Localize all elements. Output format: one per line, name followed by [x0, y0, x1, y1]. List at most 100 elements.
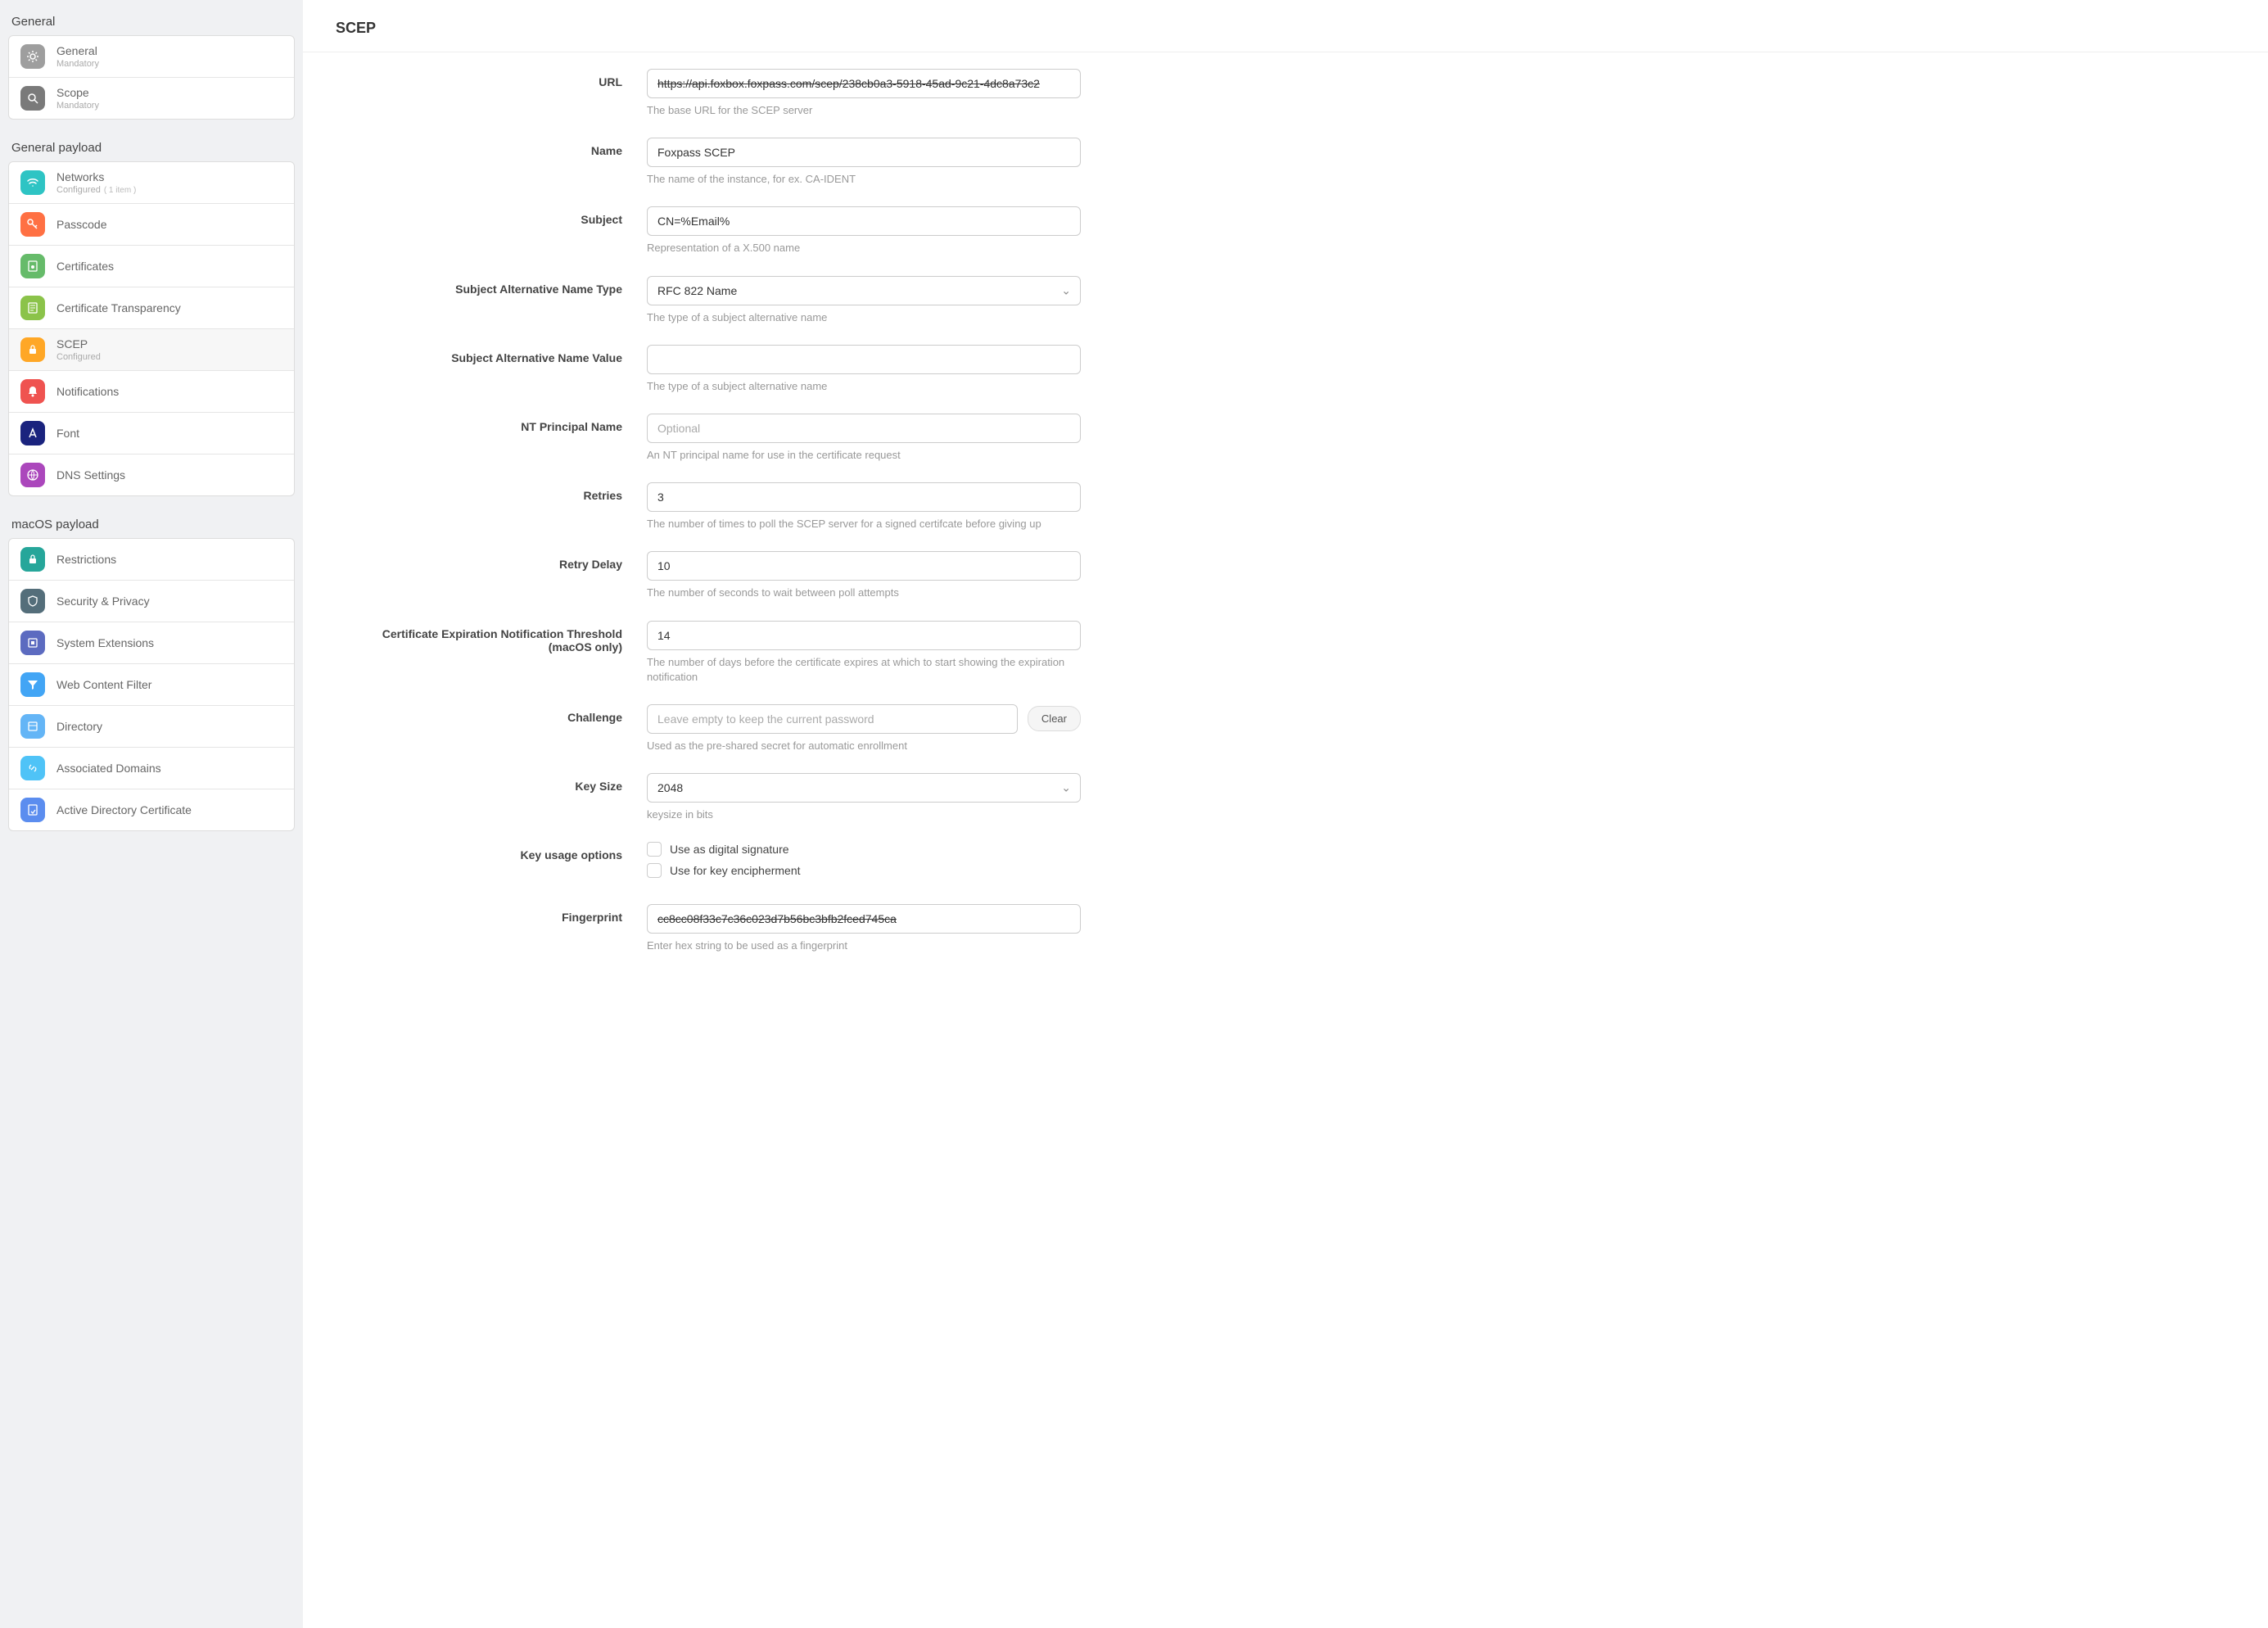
fingerprint-help: Enter hex string to be used as a fingerp…: [647, 938, 1081, 953]
sidebar-item-label: Passcode: [56, 218, 106, 231]
page-title: SCEP: [303, 0, 2268, 52]
globe-icon: [20, 463, 45, 487]
sidebar-item-label: Certificates: [56, 260, 114, 273]
san-type-help: The type of a subject alternative name: [647, 310, 1081, 325]
retry-delay-label: Retry Delay: [336, 551, 647, 571]
sidebar: GeneralGeneralMandatoryScopeMandatory Gen…: [0, 0, 303, 1628]
key-size-help: keysize in bits: [647, 807, 1081, 822]
nt-principal-label: NT Principal Name: [336, 414, 647, 433]
sidebar-item-networks[interactable]: Networks Configured( 1 item ): [9, 162, 294, 204]
retry-delay-input[interactable]: [647, 551, 1081, 581]
sidebar-item-restrictions[interactable]: Restrictions: [9, 539, 294, 581]
san-value-input[interactable]: [647, 345, 1081, 374]
sidebar-item-font[interactable]: Font: [9, 413, 294, 454]
main-content: SCEP URL The base URL for the SCEP serve…: [303, 0, 2268, 1628]
subject-input[interactable]: [647, 206, 1081, 236]
sidebar-item-label: Notifications: [56, 385, 119, 398]
url-label: URL: [336, 69, 647, 88]
clear-button[interactable]: Clear: [1028, 706, 1081, 731]
ext-icon: [20, 631, 45, 655]
sidebar-item-label: Restrictions: [56, 553, 116, 566]
subject-label: Subject: [336, 206, 647, 226]
section-list: GeneralMandatoryScopeMandatory: [8, 35, 295, 120]
sidebar-item-dns-settings[interactable]: DNS Settings: [9, 454, 294, 495]
sidebar-item-certificate-transparency[interactable]: Certificate Transparency: [9, 287, 294, 329]
sidebar-item-scep[interactable]: SCEP Configured: [9, 329, 294, 371]
sidebar-item-label: Active Directory Certificate: [56, 803, 192, 816]
sidebar-item-sub: Mandatory: [56, 101, 99, 111]
san-type-label: Subject Alternative Name Type: [336, 276, 647, 296]
wifi-icon: [20, 170, 45, 195]
cert-exp-input[interactable]: [647, 621, 1081, 650]
cert-exp-help: The number of days before the certificat…: [647, 655, 1081, 685]
doc-icon: [20, 296, 45, 320]
key-size-select[interactable]: 2048: [647, 773, 1081, 803]
san-value-label: Subject Alternative Name Value: [336, 345, 647, 364]
challenge-help: Used as the pre-shared secret for automa…: [647, 739, 1081, 753]
scope-icon: [20, 86, 45, 111]
challenge-label: Challenge: [336, 704, 647, 724]
url-help: The base URL for the SCEP server: [647, 103, 1081, 118]
san-value-help: The type of a subject alternative name: [647, 379, 1081, 394]
sidebar-item-general[interactable]: GeneralMandatory: [9, 36, 294, 78]
sidebar-item-web-content-filter[interactable]: Web Content Filter: [9, 664, 294, 706]
key-encipherment-checkbox[interactable]: [647, 863, 662, 878]
sidebar-item-sub: Configured( 1 item ): [56, 185, 136, 195]
fingerprint-input[interactable]: [647, 904, 1081, 934]
sidebar-item-active-directory-certificate[interactable]: Active Directory Certificate: [9, 789, 294, 830]
sidebar-item-sub: Configured: [56, 352, 101, 362]
sidebar-item-notifications[interactable]: Notifications: [9, 371, 294, 413]
link-icon: [20, 756, 45, 780]
section-header: General payload: [8, 134, 295, 161]
retries-input[interactable]: [647, 482, 1081, 512]
key-size-label: Key Size: [336, 773, 647, 793]
sidebar-item-associated-domains[interactable]: Associated Domains: [9, 748, 294, 789]
bell-icon: [20, 379, 45, 404]
lock-icon: [20, 547, 45, 572]
sidebar-item-label: Associated Domains: [56, 762, 161, 775]
sidebar-item-directory[interactable]: Directory: [9, 706, 294, 748]
sidebar-item-label: SCEP: [56, 337, 101, 350]
retry-delay-help: The number of seconds to wait between po…: [647, 586, 1081, 600]
nt-principal-help: An NT principal name for use in the cert…: [647, 448, 1081, 463]
san-type-select[interactable]: RFC 822 Name: [647, 276, 1081, 305]
dir-icon: [20, 714, 45, 739]
sidebar-item-system-extensions[interactable]: System Extensions: [9, 622, 294, 664]
font-icon: [20, 421, 45, 445]
fingerprint-label: Fingerprint: [336, 904, 647, 924]
digital-signature-checkbox[interactable]: [647, 842, 662, 857]
adcert-icon: [20, 798, 45, 822]
sidebar-item-label: Directory: [56, 720, 102, 733]
challenge-input[interactable]: [647, 704, 1018, 734]
name-label: Name: [336, 138, 647, 157]
cert-exp-label: Certificate Expiration Notification Thre…: [336, 621, 647, 653]
sidebar-item-label: Security & Privacy: [56, 595, 150, 608]
sidebar-item-scope[interactable]: ScopeMandatory: [9, 78, 294, 119]
key-usage-label: Key usage options: [336, 842, 647, 861]
url-input[interactable]: [647, 69, 1081, 98]
cert-icon: [20, 254, 45, 278]
filter-icon: [20, 672, 45, 697]
key-icon: [20, 212, 45, 237]
sidebar-item-passcode[interactable]: Passcode: [9, 204, 294, 246]
sidebar-item-certificates[interactable]: Certificates: [9, 246, 294, 287]
digital-signature-label: Use as digital signature: [670, 843, 789, 856]
lock-icon: [20, 337, 45, 362]
sidebar-item-label: Font: [56, 427, 79, 440]
sidebar-item-label: Networks: [56, 170, 136, 183]
nt-principal-input[interactable]: [647, 414, 1081, 443]
sidebar-item-label: DNS Settings: [56, 468, 125, 482]
section-list: Networks Configured( 1 item ) Passcode Cert…: [8, 161, 295, 496]
sidebar-item-label: System Extensions: [56, 636, 154, 649]
section-list: Restrictions Security & Privacy System Ext…: [8, 538, 295, 831]
sidebar-item-security-privacy[interactable]: Security & Privacy: [9, 581, 294, 622]
key-encipherment-label: Use for key encipherment: [670, 864, 801, 877]
sidebar-item-label: Certificate Transparency: [56, 301, 181, 314]
scep-form: URL The base URL for the SCEP server Nam…: [303, 52, 2268, 1006]
shield-icon: [20, 589, 45, 613]
retries-label: Retries: [336, 482, 647, 502]
name-input[interactable]: [647, 138, 1081, 167]
gear-icon: [20, 44, 45, 69]
sidebar-item-label: General: [56, 44, 99, 57]
retries-help: The number of times to poll the SCEP ser…: [647, 517, 1081, 531]
